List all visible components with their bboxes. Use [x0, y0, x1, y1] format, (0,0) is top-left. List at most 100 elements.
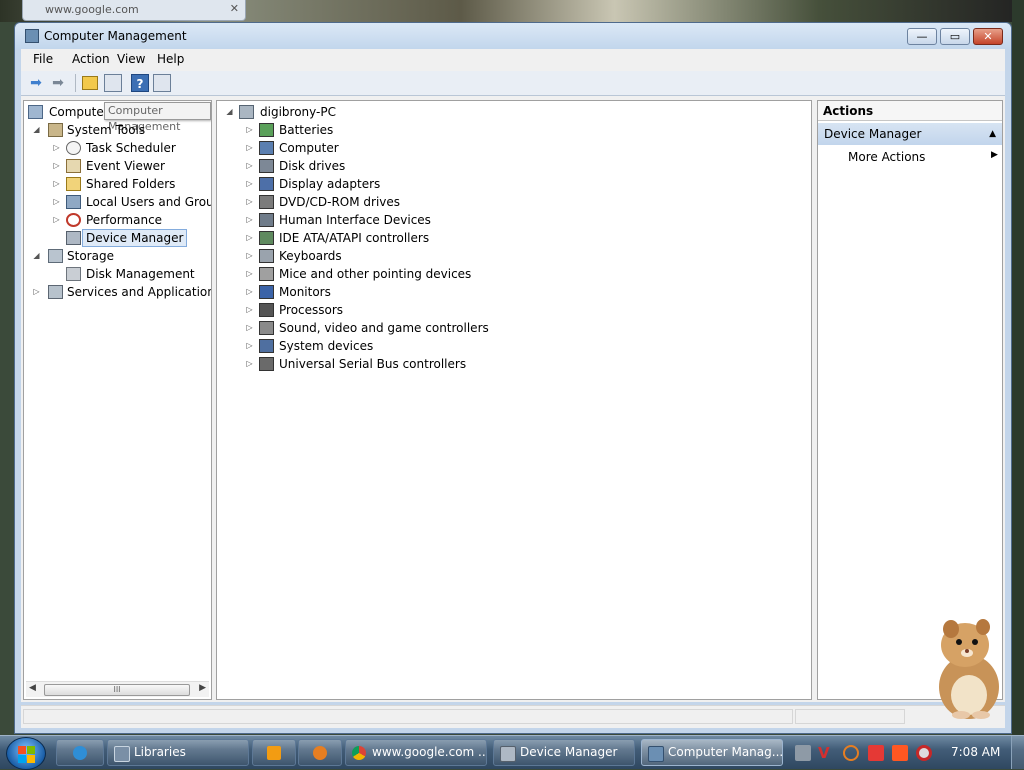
expand-icon[interactable]: ▷: [245, 337, 254, 355]
libraries-icon: [114, 746, 130, 762]
expand-icon[interactable]: ▷: [245, 193, 254, 211]
taskbar-chrome[interactable]: www.google.com ...: [345, 739, 487, 766]
taskbar-computer-management[interactable]: Computer Manag...: [641, 739, 783, 766]
expand-icon[interactable]: ▷: [52, 211, 61, 229]
tree-item-system-tools[interactable]: ◢ System Tools: [32, 121, 211, 139]
close-icon[interactable]: ✕: [230, 2, 239, 15]
maximize-button[interactable]: ▭: [940, 28, 970, 45]
tree-item-performance[interactable]: ▷ Performance: [52, 211, 211, 229]
computer-management-icon: [648, 746, 664, 762]
device-category[interactable]: ▷ IDE ATA/ATAPI controllers: [245, 229, 645, 247]
expand-icon[interactable]: ▷: [245, 265, 254, 283]
expand-icon[interactable]: ▷: [32, 283, 41, 301]
tray-search-icon[interactable]: [843, 745, 859, 761]
expand-icon[interactable]: ▷: [245, 211, 254, 229]
computer-icon: [239, 105, 254, 119]
tree-item-local-users-and-groups[interactable]: ▷ Local Users and Groups: [52, 193, 211, 211]
minimize-button[interactable]: —: [907, 28, 937, 45]
title-bar[interactable]: Computer Management — ▭ ✕: [15, 23, 1011, 49]
expand-icon[interactable]: ▷: [52, 193, 61, 211]
expand-icon[interactable]: ▷: [245, 355, 254, 373]
tree-item-disk-management[interactable]: Disk Management: [52, 265, 211, 283]
menu-view[interactable]: View: [117, 52, 145, 66]
device-category[interactable]: ▷ System devices: [245, 337, 645, 355]
tree-item-storage[interactable]: ◢ Storage: [32, 247, 211, 265]
device-manager-icon: [66, 231, 81, 245]
scroll-thumb[interactable]: III: [44, 684, 190, 696]
tray-flag-icon[interactable]: [868, 745, 884, 761]
horizontal-scrollbar[interactable]: ◀ III ▶: [26, 681, 209, 697]
browser-tab-title: www.google.com: [45, 3, 139, 16]
expand-icon[interactable]: ▷: [245, 175, 254, 193]
event-viewer-icon: [66, 159, 81, 173]
device-category[interactable]: ▷ Sound, video and game controllers: [245, 319, 645, 337]
tree-item-device-manager[interactable]: Device Manager: [52, 229, 211, 247]
device-category[interactable]: ▷ Mice and other pointing devices: [245, 265, 645, 283]
menu-action[interactable]: Action: [72, 52, 110, 66]
collapse-icon[interactable]: ◢: [32, 121, 41, 139]
device-category[interactable]: ▷ Computer: [245, 139, 645, 157]
app-pin[interactable]: [298, 739, 342, 766]
device-category[interactable]: ▷ Universal Serial Bus controllers: [245, 355, 645, 373]
tray-speaker-icon[interactable]: [916, 745, 932, 761]
up-folder-icon[interactable]: [82, 76, 98, 90]
collapse-icon[interactable]: ◢: [225, 103, 234, 121]
tree-item-task-scheduler[interactable]: ▷ Task Scheduler: [52, 139, 211, 157]
close-button[interactable]: ✕: [973, 28, 1003, 45]
show-desktop-button[interactable]: [1011, 736, 1024, 769]
expand-icon[interactable]: ▷: [245, 139, 254, 157]
device-category[interactable]: ▷ Monitors: [245, 283, 645, 301]
device-category[interactable]: ▷ DVD/CD-ROM drives: [245, 193, 645, 211]
device-category[interactable]: ▷ Human Interface Devices: [245, 211, 645, 229]
device-category[interactable]: ▷ Processors: [245, 301, 645, 319]
menu-file[interactable]: File: [33, 52, 53, 66]
tree-item-services-and-applications[interactable]: ▷ Services and Applications: [32, 283, 211, 301]
scroll-left-icon[interactable]: ◀: [29, 683, 36, 693]
system-clock[interactable]: 7:08 AM: [951, 745, 1000, 759]
expand-icon[interactable]: ▷: [52, 139, 61, 157]
expand-icon[interactable]: ▷: [245, 157, 254, 175]
taskbar-device-manager[interactable]: Device Manager: [493, 739, 635, 766]
expand-icon[interactable]: ▷: [245, 229, 254, 247]
forward-arrow-icon[interactable]: ➡: [49, 74, 67, 92]
expand-icon[interactable]: ▷: [245, 319, 254, 337]
device-category-icon: [259, 339, 274, 353]
back-arrow-icon[interactable]: ➡: [27, 74, 45, 92]
expand-icon[interactable]: ▷: [245, 301, 254, 319]
tree-item-event-viewer[interactable]: ▷ Event Viewer: [52, 157, 211, 175]
browser-tab-behind[interactable]: www.google.com ✕: [22, 0, 246, 21]
menu-help[interactable]: Help: [157, 52, 184, 66]
tray-v-icon[interactable]: V: [818, 745, 834, 761]
expand-icon[interactable]: ▷: [245, 247, 254, 265]
collapse-icon[interactable]: ◢: [32, 247, 41, 265]
tools-icon: [48, 123, 63, 137]
media-player-pin[interactable]: [252, 739, 296, 766]
desktop-background-right: [1012, 0, 1024, 735]
device-category[interactable]: ▷ Display adapters: [245, 175, 645, 193]
show-hide-tree-icon[interactable]: [104, 74, 122, 92]
expand-icon[interactable]: ▷: [52, 175, 61, 193]
collapse-up-icon[interactable]: ▲: [989, 123, 996, 145]
scroll-right-icon[interactable]: ▶: [199, 683, 206, 693]
expand-icon[interactable]: ▷: [52, 157, 61, 175]
expand-icon[interactable]: ▷: [245, 283, 254, 301]
taskbar-libraries[interactable]: Libraries: [107, 739, 249, 766]
show-hide-action-pane-icon[interactable]: [153, 74, 171, 92]
device-category-icon: [259, 213, 274, 227]
tree-item-shared-folders[interactable]: ▷ Shared Folders: [52, 175, 211, 193]
tray-tool-icon[interactable]: [795, 745, 811, 761]
device-category[interactable]: ▷ Disk drives: [245, 157, 645, 175]
expand-icon[interactable]: ▷: [245, 121, 254, 139]
device-category[interactable]: ▷ Batteries: [245, 121, 645, 139]
tray-app-icon[interactable]: [892, 745, 908, 761]
submenu-arrow-icon[interactable]: ▶: [991, 150, 998, 160]
start-button[interactable]: [6, 737, 46, 770]
internet-explorer-pin[interactable]: [56, 739, 104, 766]
device-category[interactable]: ▷ Keyboards: [245, 247, 645, 265]
device-root-label: digibrony-PC: [260, 105, 336, 119]
more-actions-item[interactable]: More Actions: [848, 149, 925, 165]
actions-section-device-manager[interactable]: Device Manager ▲: [818, 123, 1002, 145]
help-icon[interactable]: ?: [131, 74, 149, 92]
chrome-icon: [352, 746, 366, 760]
device-category-label: DVD/CD-ROM drives: [279, 195, 401, 209]
